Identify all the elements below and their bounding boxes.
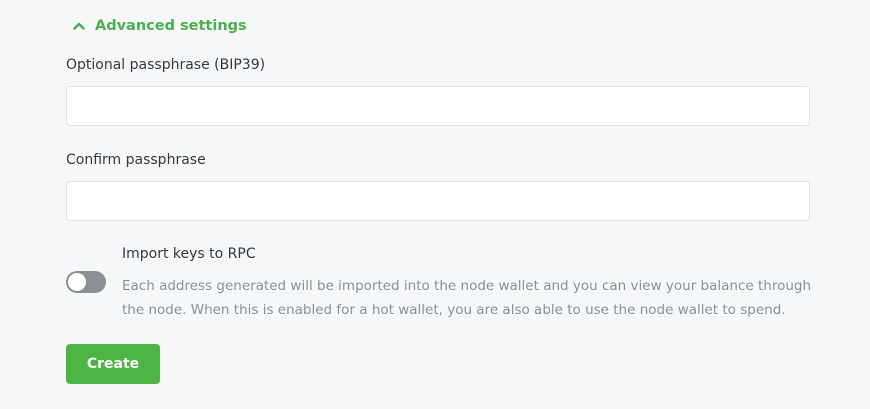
create-wallet-advanced-panel: Advanced settings Optional passphrase (B… bbox=[0, 0, 870, 409]
import-keys-rpc-description: Each address generated will be imported … bbox=[122, 278, 812, 318]
passphrase-label: Optional passphrase (BIP39) bbox=[66, 57, 266, 73]
import-keys-rpc-title: Import keys to RPC bbox=[122, 246, 256, 262]
import-keys-rpc-toggle[interactable] bbox=[66, 271, 106, 293]
chevron-up-icon bbox=[73, 22, 85, 30]
confirm-passphrase-label: Confirm passphrase bbox=[66, 152, 206, 168]
create-button[interactable]: Create bbox=[66, 344, 160, 384]
advanced-settings-toggle[interactable]: Advanced settings bbox=[72, 13, 247, 39]
toggle-knob bbox=[68, 273, 86, 291]
confirm-passphrase-input[interactable] bbox=[66, 181, 810, 221]
passphrase-input[interactable] bbox=[66, 86, 810, 126]
advanced-settings-label: Advanced settings bbox=[95, 18, 247, 34]
